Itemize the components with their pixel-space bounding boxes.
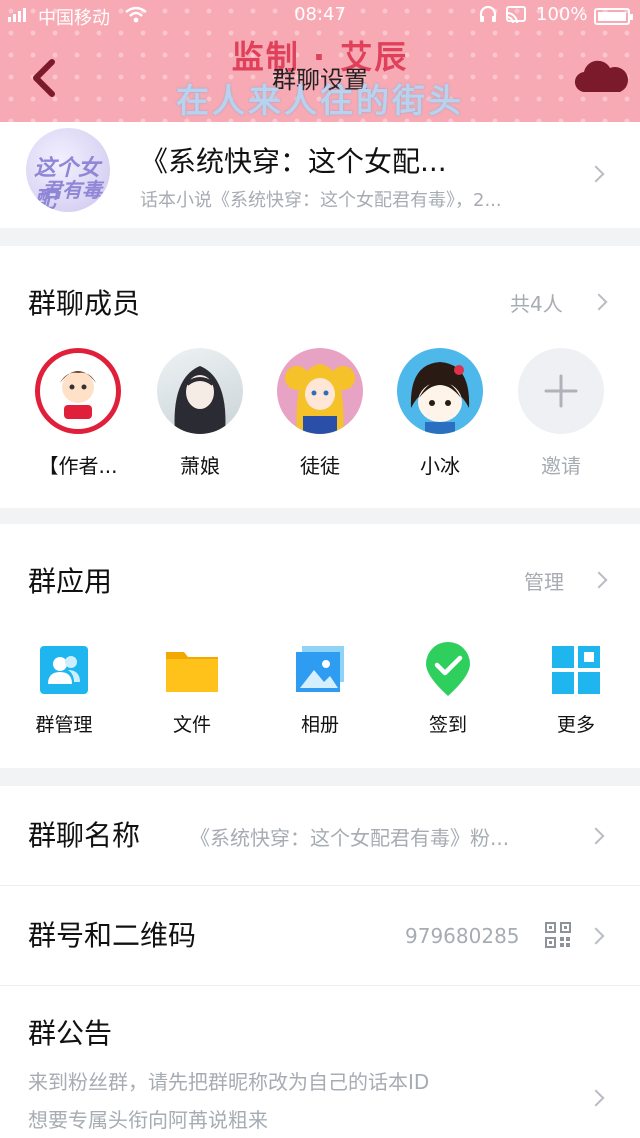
member-avatar-xiaoniang[interactable]: 萧娘 [150,348,250,479]
avatar [277,348,363,434]
qr-code-icon [545,922,571,952]
cloud-icon [574,60,628,93]
announcement-row[interactable]: 群公告 来到粉丝群，请先把群昵称改为自己的话本ID 想要专属头衔向阿苒说粗来 [0,986,640,1138]
member-name: 小冰 [420,454,460,478]
app-label: 文件 [172,714,211,736]
apps-heading: 群应用 [28,565,113,598]
app-group-manage[interactable]: 群管理 [14,642,114,737]
headset-icon [478,4,498,29]
invite-label: 邀请 [541,454,581,478]
app-label: 相册 [300,714,339,736]
chevron-right-icon [587,927,605,945]
member-avatar-tutu[interactable]: 徒徒 [270,348,370,479]
chevron-right-icon [587,165,605,183]
avatar [397,348,483,434]
novel-cover-title-2: 君有毒 [42,178,102,202]
group-name-value: 《系统快穿：这个女配君有毒》粉... [190,826,510,850]
header-bar: 中国移动 08:47 100% 监制 · 艾辰 群聊设置 在人来人往的街头 [0,0,640,122]
group-id-value: 979680285 [405,924,520,948]
novel-card[interactable]: 这个女配 君有毒 《系统快穿：这个女配... 话本小说《系统快穿：这个女配君有毒… [0,122,640,228]
members-section: 群聊成员 共4人 【作者... 萧娘 徒徒 小冰 邀请 [0,246,640,508]
announcement-text-line-2: 想要专属头衔向阿苒说粗来 [28,1108,268,1132]
check-in-icon [420,642,476,698]
app-check-in[interactable]: 签到 [398,642,498,737]
avatar [157,348,243,434]
member-name: 徒徒 [300,454,340,478]
announcement-text-line-1: 来到粉丝群，请先把群昵称改为自己的话本ID [28,1070,430,1094]
settings-list: 群聊名称 《系统快穿：这个女配君有毒》粉... 群号和二维码 979680285… [0,786,640,1138]
cloud-button[interactable] [574,58,630,98]
members-count[interactable]: 共4人 [510,288,563,317]
chevron-right-icon [587,827,605,845]
battery-percent: 100% [536,4,588,25]
add-icon [518,348,604,434]
apps-section: 群应用 管理 群管理 文件 相册 签到 更多 [0,524,640,768]
app-label: 签到 [428,714,467,736]
group-id-label: 群号和二维码 [28,919,197,952]
group-name-label: 群聊名称 [28,819,141,852]
photo-album-icon [292,642,348,698]
app-file[interactable]: 文件 [142,642,242,737]
watermark-slogan: 在人来人往的街头 [176,81,464,120]
member-name: 萧娘 [180,454,220,478]
chevron-right-icon [587,1089,605,1107]
novel-description: 话本小说《系统快穿：这个女配君有毒》，2... [140,190,502,211]
screen-cast-icon [505,5,527,30]
member-avatar-author[interactable]: 【作者... [28,348,128,479]
apps-manage-link[interactable]: 管理 [524,566,564,595]
novel-title: 《系统快穿：这个女配... [140,145,447,178]
members-heading: 群聊成员 [28,287,141,320]
app-label: 群管理 [35,714,93,736]
group-name-row[interactable]: 群聊名称 《系统快穿：这个女配君有毒》粉... [0,786,640,886]
novel-cover: 这个女配 君有毒 [26,128,110,212]
group-id-row[interactable]: 群号和二维码 979680285 [0,886,640,986]
app-label: 更多 [556,714,595,736]
app-more[interactable]: 更多 [526,642,626,737]
announcement-label: 群公告 [28,1017,113,1050]
avatar [35,348,121,434]
more-apps-icon [548,642,604,698]
group-manage-icon [36,642,92,698]
member-name: 【作者... [38,454,118,478]
battery-icon [594,8,633,25]
app-album[interactable]: 相册 [270,642,370,737]
status-bar: 中国移动 08:47 100% [0,0,640,32]
invite-button[interactable]: 邀请 [511,348,611,479]
folder-icon [164,642,220,698]
chevron-right-icon [590,293,608,311]
chevron-right-icon [590,571,608,589]
member-avatar-xiaobing[interactable]: 小冰 [390,348,490,479]
